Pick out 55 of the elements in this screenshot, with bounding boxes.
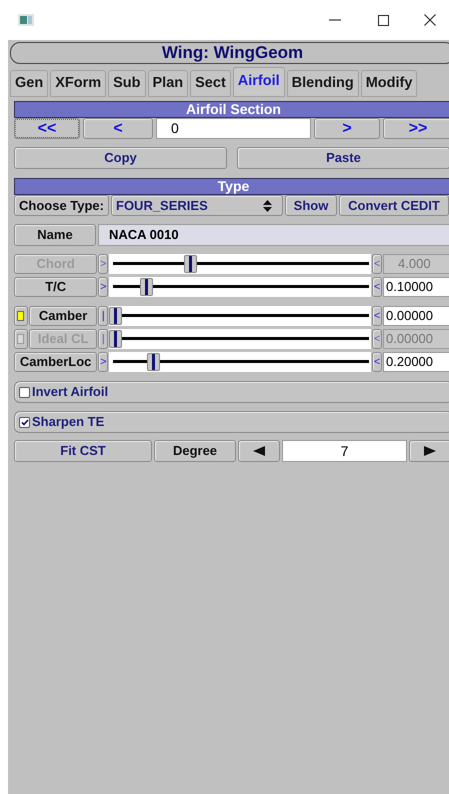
tab[interactable]: Gen	[10, 70, 48, 97]
increment-button[interactable]: <	[372, 277, 382, 297]
option-checkbox[interactable]: Sharpen TE	[14, 411, 449, 433]
type-dropdown[interactable]: FOUR_SERIES	[111, 195, 283, 216]
value-field[interactable]: 0.10000	[383, 277, 449, 297]
section-index-field[interactable]: 0	[156, 118, 311, 139]
choose-type-label: Choose Type:	[14, 195, 109, 216]
decrement-button[interactable]: >	[98, 277, 108, 297]
right-triangle-icon	[424, 446, 436, 456]
tab[interactable]: Airfoil	[232, 67, 285, 97]
tab[interactable]: Plan	[148, 70, 188, 97]
name-label: Name	[14, 224, 96, 246]
fit-cst-button[interactable]: Fit CST	[14, 440, 152, 462]
decrement-button[interactable]: >	[98, 352, 108, 372]
slider-thumb[interactable]	[146, 353, 160, 371]
last-button[interactable]: >>	[383, 118, 449, 139]
maximize-icon[interactable]	[378, 14, 389, 26]
slider-thumb[interactable]	[140, 278, 154, 296]
window-title: Wing: WingGeom	[10, 42, 449, 64]
section-header: Airfoil Section	[14, 101, 449, 118]
next-button[interactable]: >	[314, 118, 380, 139]
tab[interactable]: Modify	[360, 70, 418, 97]
degree-label: Degree	[154, 440, 236, 462]
value-field[interactable]: 0.00000	[383, 306, 449, 326]
slider-label: T/C	[14, 277, 98, 297]
decrement-button[interactable]	[238, 440, 280, 462]
tab[interactable]: XForm	[50, 70, 106, 97]
increment-button[interactable]: <	[372, 306, 382, 326]
increment-button[interactable]: <	[372, 352, 382, 372]
toggle-button[interactable]	[14, 329, 28, 349]
app-icon	[18, 14, 34, 26]
degree-field[interactable]: 7	[282, 440, 407, 462]
paste-button[interactable]: Paste	[237, 147, 449, 169]
left-triangle-icon	[253, 446, 265, 456]
copy-button[interactable]: Copy	[14, 147, 227, 169]
slider-thumb[interactable]	[109, 307, 122, 325]
tab[interactable]: Sub	[108, 70, 146, 97]
increment-button[interactable]	[409, 440, 449, 462]
minimize-icon[interactable]	[329, 19, 341, 21]
tab[interactable]: Sect	[190, 70, 231, 97]
value-field[interactable]: 0.20000	[383, 352, 449, 372]
previous-button[interactable]: <	[83, 118, 153, 139]
toggle-button[interactable]	[14, 306, 28, 326]
slider-label: CamberLoc	[14, 352, 98, 372]
section-header: Type	[14, 178, 449, 195]
spinner-arrows-icon	[263, 200, 272, 212]
name-field[interactable]: NACA 0010	[98, 224, 449, 246]
show-button[interactable]: Show	[285, 195, 337, 216]
tab[interactable]: Blending	[286, 70, 359, 97]
option-checkbox[interactable]: Invert Airfoil	[14, 381, 449, 403]
close-icon[interactable]	[424, 14, 436, 26]
convert-cedit-button[interactable]: Convert CEDIT	[339, 195, 449, 216]
first-button[interactable]: <<	[14, 118, 80, 139]
decrement-button[interactable]: |	[98, 306, 108, 326]
slider-label: Camber	[28, 306, 98, 326]
